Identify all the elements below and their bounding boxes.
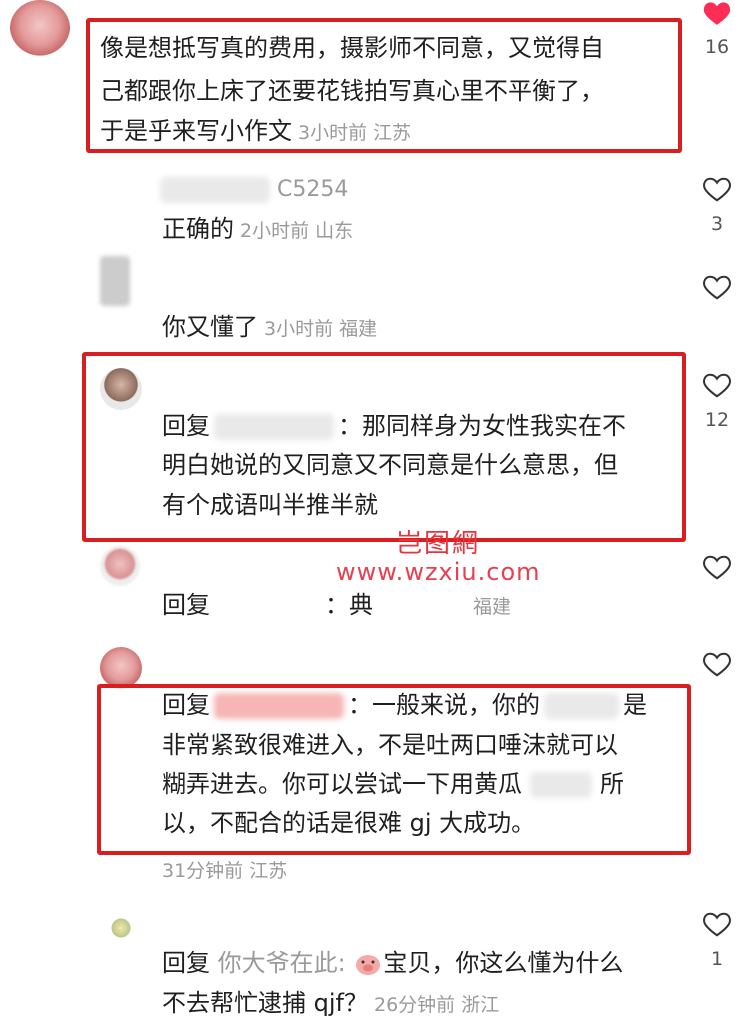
heart-outline-icon	[703, 275, 731, 300]
avatar[interactable]	[10, 0, 70, 56]
comment-3-meta: 3小时前 福建	[264, 318, 378, 340]
comment-2-text: 正确的	[162, 215, 234, 243]
comment-6-meta: 31分钟前 江苏	[162, 860, 288, 882]
watermark-logo: 岂图網	[396, 529, 481, 559]
like-button-6[interactable]	[700, 650, 734, 678]
comment-7-prefix: 回复	[162, 949, 210, 977]
like-count-2: 3	[710, 213, 724, 235]
comment-5-prefix: 回复	[162, 591, 210, 619]
comment-7-text-1: 宝贝，你这么懂为什么	[383, 949, 624, 977]
like-button-3[interactable]	[700, 273, 734, 301]
like-count-4: 12	[704, 409, 730, 431]
like-button-1[interactable]: 16	[700, 0, 734, 58]
heart-outline-icon	[703, 912, 731, 937]
comment-7-line-2: 不去帮忙逮捕 qjf？ 26分钟前 浙江	[162, 986, 499, 1023]
comment-3-text: 你又懂了	[162, 313, 258, 341]
comment-6-meta-line: 31分钟前 江苏	[156, 852, 287, 889]
comment-7-text-2: 不去帮忙逮捕 qjf？	[162, 989, 368, 1017]
heart-outline-icon	[703, 177, 731, 202]
comment-5-meta: 福建	[473, 596, 512, 618]
heart-outline-icon	[703, 652, 731, 677]
heart-outline-icon	[703, 555, 731, 580]
like-button-4[interactable]: 12	[700, 371, 734, 431]
comment-3-line: 你又懂了 3小时前 福建	[162, 310, 377, 347]
highlight-box-2	[82, 352, 686, 542]
like-button-7[interactable]: 1	[700, 910, 734, 970]
like-count-1: 16	[704, 36, 730, 58]
like-count-7: 1	[710, 948, 724, 970]
comment-7-meta: 26分钟前 浙江	[373, 994, 500, 1016]
pig-emoji-icon	[353, 951, 383, 977]
comment-7-line-1: 回复 你大爷在此: 宝贝，你这么懂为什么	[162, 949, 624, 977]
comment-7-username: 你大爷在此	[217, 949, 338, 977]
comment-2-meta: 2小时前 山东	[240, 220, 354, 242]
highlight-box-1	[86, 18, 682, 153]
avatar[interactable]	[100, 546, 140, 586]
like-button-5[interactable]	[700, 553, 734, 581]
comment-5-line: 回复 ：典 福建	[162, 588, 511, 625]
comment-2-line: 正确的 2小时前 山东	[162, 212, 353, 249]
watermark-url: www.wzxiu.com	[336, 558, 541, 586]
highlight-box-3	[97, 684, 691, 855]
heart-filled-icon	[703, 2, 731, 25]
comment-2-username: C5254	[160, 172, 348, 207]
avatar[interactable]	[100, 647, 142, 689]
comment-2-username-text: C5254	[277, 177, 349, 202]
like-button-2[interactable]: 3	[700, 175, 734, 235]
avatar[interactable]	[110, 917, 132, 939]
heart-outline-icon	[703, 373, 731, 398]
comment-5-text: ：典	[325, 591, 373, 619]
avatar[interactable]	[100, 256, 130, 306]
